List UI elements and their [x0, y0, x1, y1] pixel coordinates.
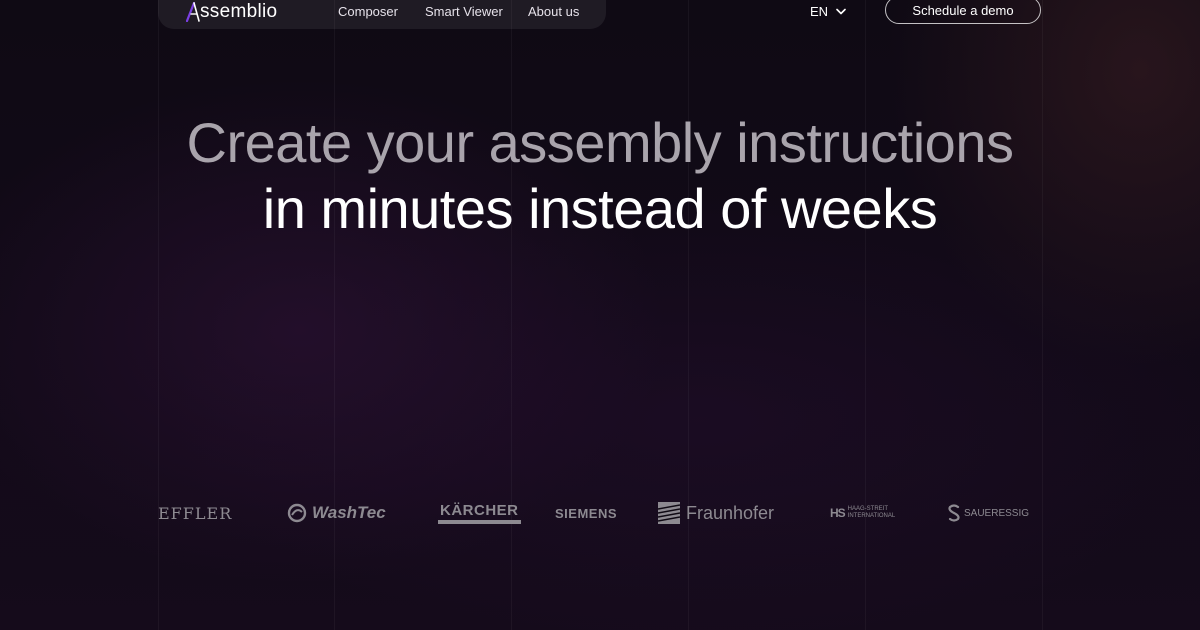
client-logo-schaeffler: EFFLER — [158, 498, 232, 528]
grid-line — [865, 0, 866, 630]
nav-link-smart-viewer[interactable]: Smart Viewer — [425, 3, 503, 21]
client-logo-text-line2: INTERNATIONAL — [847, 513, 896, 519]
nav-link-composer[interactable]: Composer — [338, 3, 398, 21]
client-logo-fraunhofer: Fraunhofer — [658, 498, 774, 528]
client-logo-text: WashTec — [312, 503, 386, 522]
client-logo-karcher: KÄRCHER — [438, 498, 521, 528]
language-selector[interactable]: EN — [810, 4, 846, 19]
grid-line — [1042, 0, 1043, 630]
grid-line — [511, 0, 512, 630]
client-logo-text: Fraunhofer — [686, 502, 775, 523]
client-logo-text-block: HAAG-STREIT INTERNATIONAL — [848, 506, 896, 520]
client-logo-text: EFFLER — [158, 503, 233, 523]
hero-heading-line2: in minutes instead of weeks — [262, 177, 938, 240]
landing-page: ssemblio Composer Smart Viewer About us … — [0, 0, 1200, 630]
grid-line — [688, 0, 689, 630]
assemblio-logo[interactable]: ssemblio — [186, 1, 277, 23]
client-logo-text: SAUERESSIG — [964, 507, 1030, 519]
saueressig-s-icon — [948, 504, 960, 522]
client-logo-siemens: SIEMENS — [555, 498, 617, 528]
logo-a-mark-icon — [186, 2, 200, 22]
nav-link-about-us[interactable]: About us — [528, 3, 579, 21]
client-logo-saueressig: SAUERESSIG — [947, 498, 1029, 528]
client-logo-washtec: WashTec — [286, 498, 386, 528]
hero-heading-line1: Create your assembly instructions — [186, 111, 1014, 174]
grid-line — [334, 0, 335, 630]
haag-streit-mark-icon: HS — [830, 505, 846, 520]
client-logo-strip: EFFLER WashTec KÄRCHER SIEMENS Fraunhofe… — [158, 498, 1058, 530]
grid-line — [158, 0, 159, 630]
client-logo-text: KÄRCHER — [438, 503, 521, 524]
client-logo-text: SIEMENS — [555, 505, 618, 521]
language-label: EN — [810, 4, 829, 19]
chevron-down-icon — [836, 8, 846, 15]
fraunhofer-stripes-icon — [658, 502, 680, 524]
client-logo-text-line1: HAAG-STREIT — [847, 506, 889, 512]
schedule-demo-label: Schedule a demo — [912, 2, 1014, 18]
washtec-swirl-icon — [287, 503, 307, 523]
client-logo-haag-streit: HS HAAG-STREIT INTERNATIONAL — [830, 498, 895, 528]
logo-wordmark: ssemblio — [200, 1, 278, 22]
schedule-demo-button[interactable]: Schedule a demo — [885, 0, 1041, 24]
